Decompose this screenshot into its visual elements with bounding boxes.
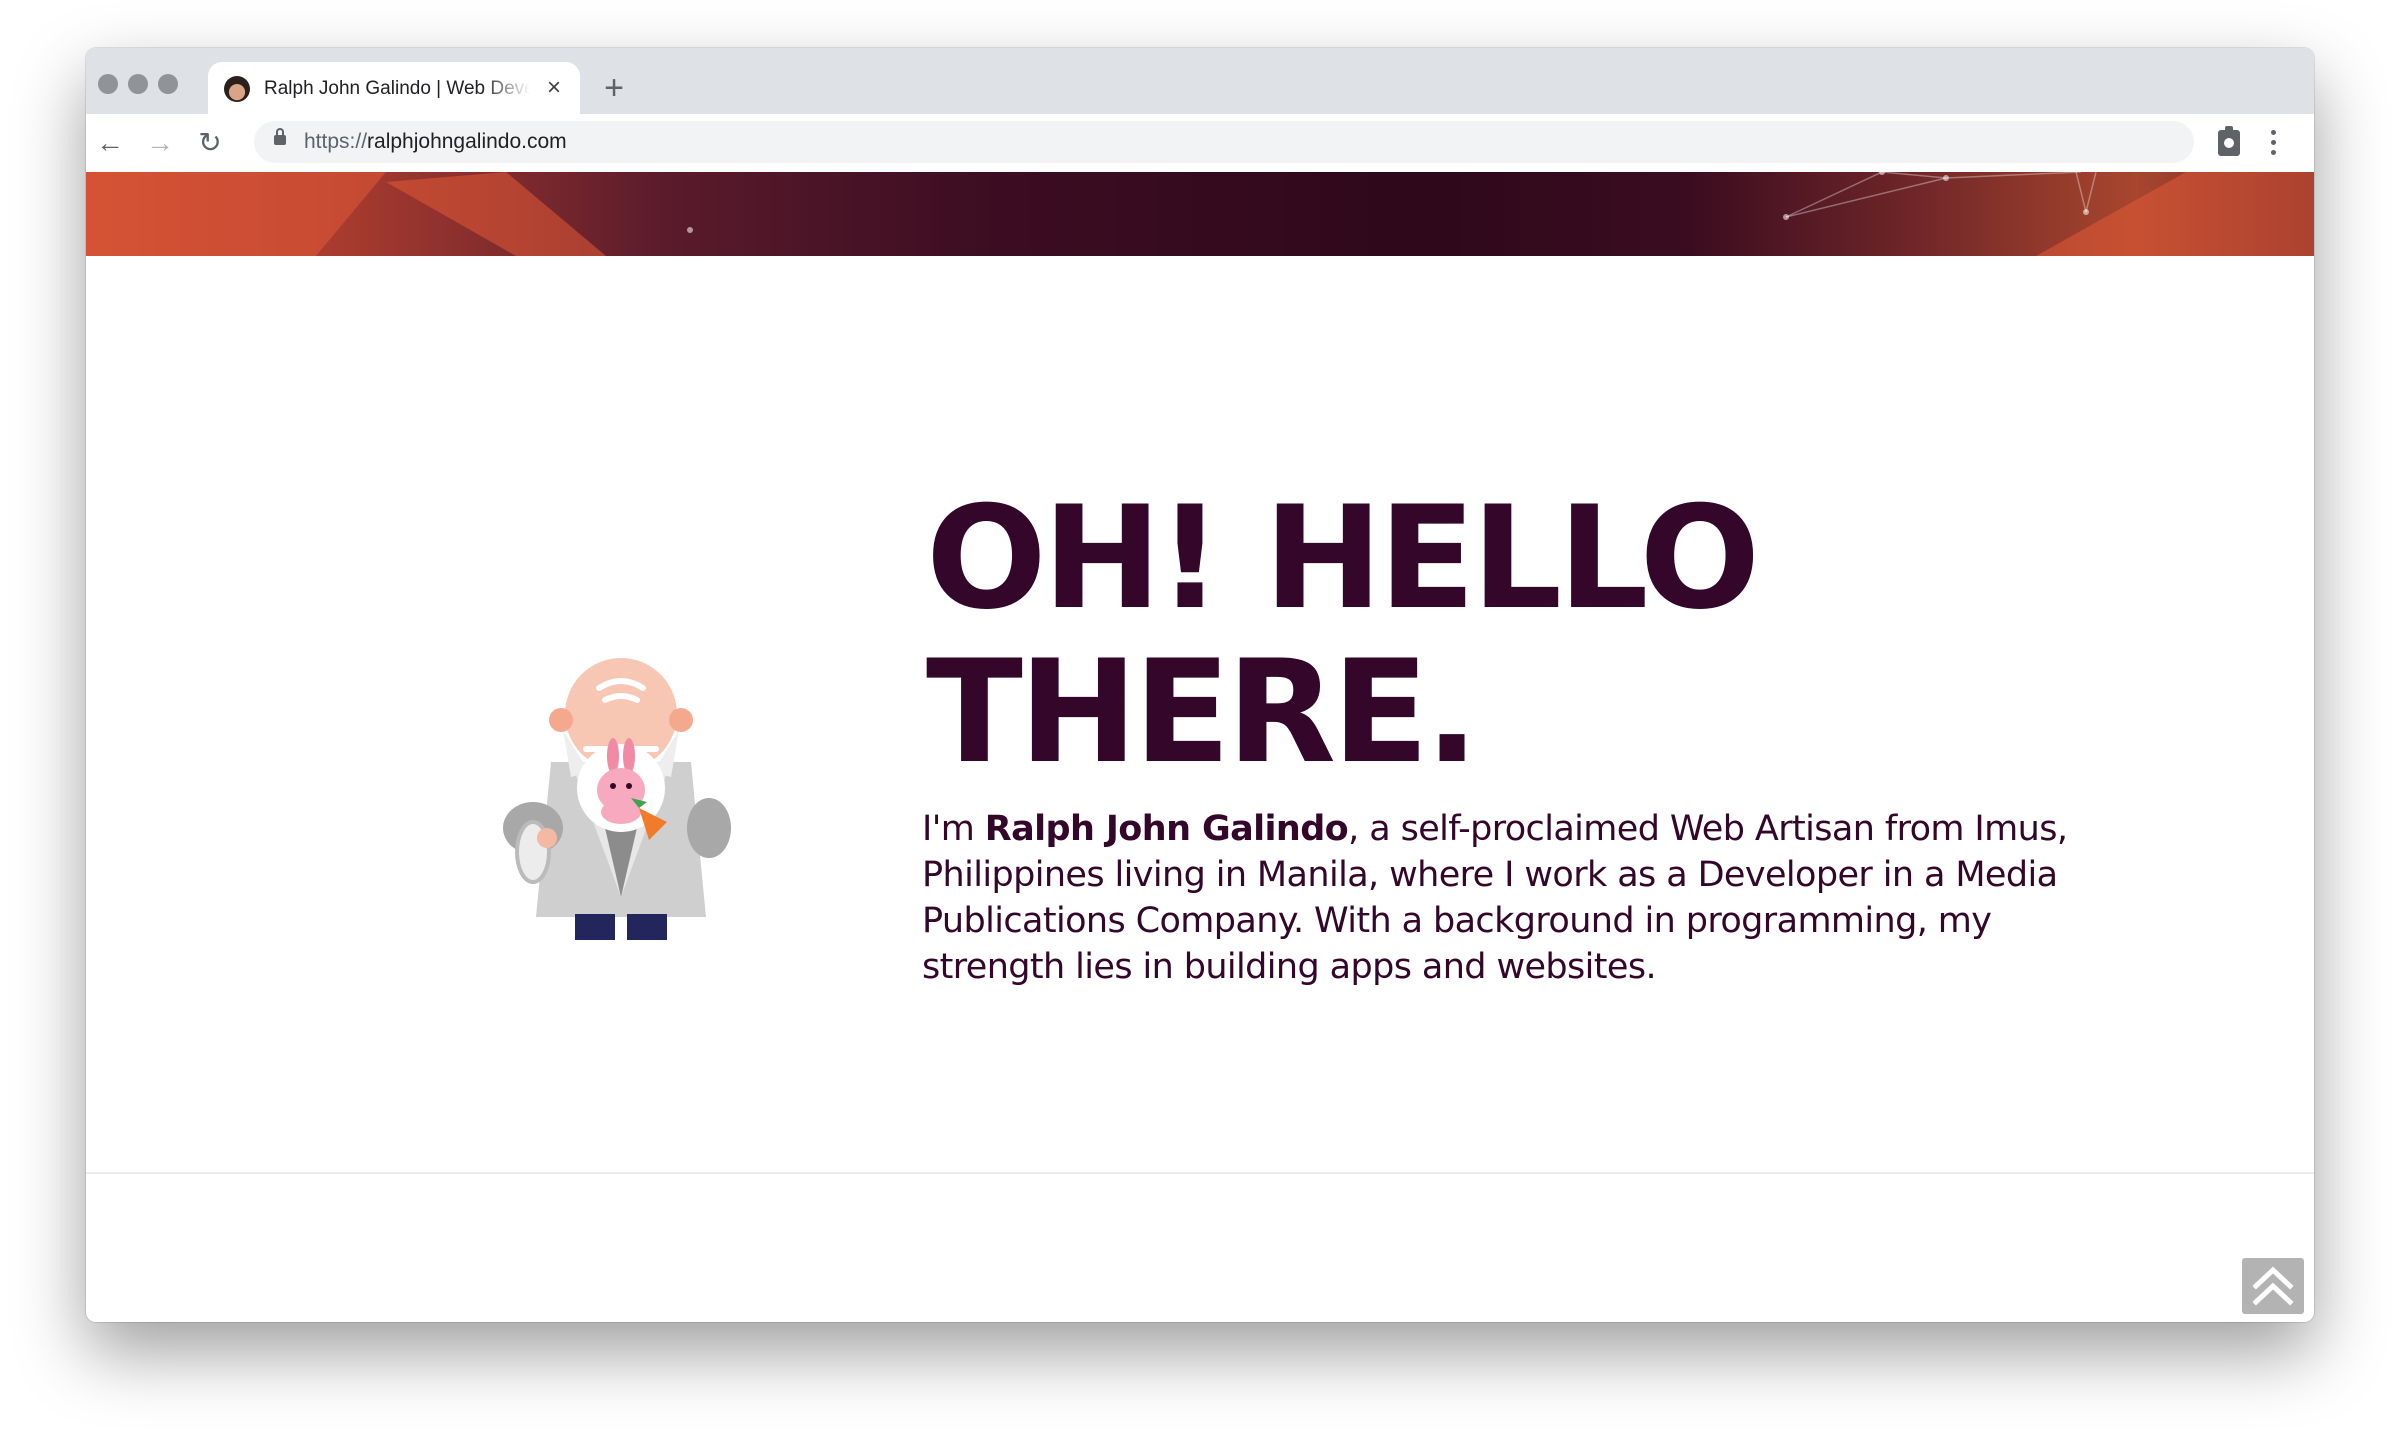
headline-line-2: THERE. <box>926 630 1479 795</box>
clipboard-extension-icon[interactable] <box>2218 126 2240 156</box>
intro-paragraph: I'm Ralph John Galindo, a self-proclaime… <box>922 806 2102 990</box>
headline-line-1: OH! HELLO <box>926 476 1760 641</box>
section-divider <box>86 1172 2314 1174</box>
tab-close-icon[interactable]: × <box>540 74 568 102</box>
scroll-to-top-button[interactable] <box>2242 1258 2304 1314</box>
old-man-figure <box>503 658 731 944</box>
old-man-with-bunny-illustration <box>503 658 731 944</box>
header-banner <box>86 172 2314 256</box>
lock-icon[interactable] <box>274 128 286 145</box>
active-tab[interactable]: Ralph John Galindo | Web Developer × <box>208 62 580 114</box>
url-text[interactable]: https://ralphjohngalindo.com <box>304 121 567 163</box>
favicon-icon <box>224 76 250 102</box>
web-page: OH! HELLO THERE. I'm Ralph John Galindo,… <box>86 172 2314 1322</box>
tab-strip: Ralph John Galindo | Web Developer × + <box>86 48 2314 114</box>
url-host: ralphjohngalindo.com <box>367 130 567 153</box>
url-scheme: https:// <box>304 130 368 153</box>
intro-name: Ralph John Galindo <box>984 809 1349 849</box>
hero-headline: OH! HELLO THERE. <box>926 482 1826 790</box>
maximize-window-button[interactable] <box>158 74 178 94</box>
browser-window: Ralph John Galindo | Web Developer × + ←… <box>86 48 2314 1322</box>
tab-title: Ralph John Galindo | Web Developer <box>264 78 530 99</box>
browser-toolbar: ← → ↻ https://ralphjohngalindo.com <box>86 114 2314 172</box>
new-tab-button[interactable]: + <box>594 68 634 108</box>
double-chevron-up-icon <box>2252 1266 2294 1306</box>
banner-constellation-decoration <box>86 172 2314 256</box>
minimize-window-button[interactable] <box>128 74 148 94</box>
forward-button[interactable]: → <box>142 125 178 161</box>
close-window-button[interactable] <box>98 74 118 94</box>
back-button[interactable]: ← <box>92 125 128 161</box>
address-bar[interactable]: https://ralphjohngalindo.com <box>254 121 2194 163</box>
intro-prefix: I'm <box>922 809 985 849</box>
reload-button[interactable]: ↻ <box>192 125 228 161</box>
kebab-menu-icon[interactable] <box>2270 130 2276 156</box>
